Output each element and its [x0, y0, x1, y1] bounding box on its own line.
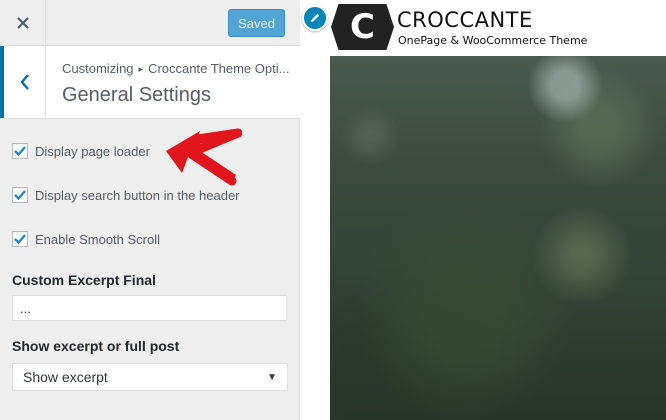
- customizer-topbar: Saved: [0, 0, 300, 46]
- saved-button[interactable]: Saved: [228, 9, 285, 37]
- option-label: Display page loader: [35, 143, 150, 159]
- chevron-left-icon: [19, 74, 29, 90]
- excerpt-mode-label: Show excerpt or full post: [12, 338, 180, 354]
- close-icon: [16, 16, 29, 29]
- section-title: General Settings: [62, 84, 211, 106]
- close-button[interactable]: [0, 0, 46, 45]
- checkmark-icon: [14, 146, 26, 156]
- checkmark-icon: [14, 190, 26, 200]
- breadcrumb-parent: Croccante Theme Opti...: [148, 61, 290, 76]
- option-display-page-loader[interactable]: Display page loader: [12, 143, 150, 159]
- logo-letter: C: [350, 7, 375, 47]
- edit-shortcut-button[interactable]: [302, 5, 328, 31]
- back-button[interactable]: [0, 46, 46, 118]
- customizer-sidebar: Saved Customizing ▸ Croccante Theme Opti..…: [0, 0, 300, 420]
- select-value: Show excerpt: [23, 369, 108, 385]
- excerpt-mode-select[interactable]: Show excerpt ▼: [12, 363, 288, 391]
- site-preview: C CROCCANTE OnePage & WooCommerce Theme: [301, 0, 666, 420]
- excerpt-final-label: Custom Excerpt Final: [12, 272, 156, 288]
- checkbox[interactable]: [12, 143, 28, 159]
- checkbox[interactable]: [12, 187, 28, 203]
- dropdown-arrow-icon: ▼: [267, 371, 277, 383]
- site-logo[interactable]: C: [331, 4, 394, 50]
- breadcrumb-root: Customizing: [62, 61, 134, 76]
- hero-image: [330, 56, 666, 420]
- excerpt-final-input[interactable]: ...: [12, 295, 287, 321]
- annotation-arrow-icon: [166, 128, 242, 186]
- customizer-window: Saved Customizing ▸ Croccante Theme Opti..…: [0, 0, 666, 420]
- site-tagline: OnePage & WooCommerce Theme: [398, 34, 588, 47]
- site-title[interactable]: CROCCANTE: [397, 8, 533, 32]
- checkbox[interactable]: [12, 231, 28, 247]
- breadcrumb: Customizing ▸ Croccante Theme Opti...: [62, 61, 294, 76]
- breadcrumb-separator: ▸: [138, 64, 144, 74]
- option-enable-smooth-scroll[interactable]: Enable Smooth Scroll: [12, 231, 160, 247]
- option-label: Enable Smooth Scroll: [35, 231, 161, 247]
- checkmark-icon: [14, 234, 26, 244]
- pencil-icon: [311, 13, 320, 22]
- section-header: Customizing ▸ Croccante Theme Opti... Gene…: [0, 46, 300, 119]
